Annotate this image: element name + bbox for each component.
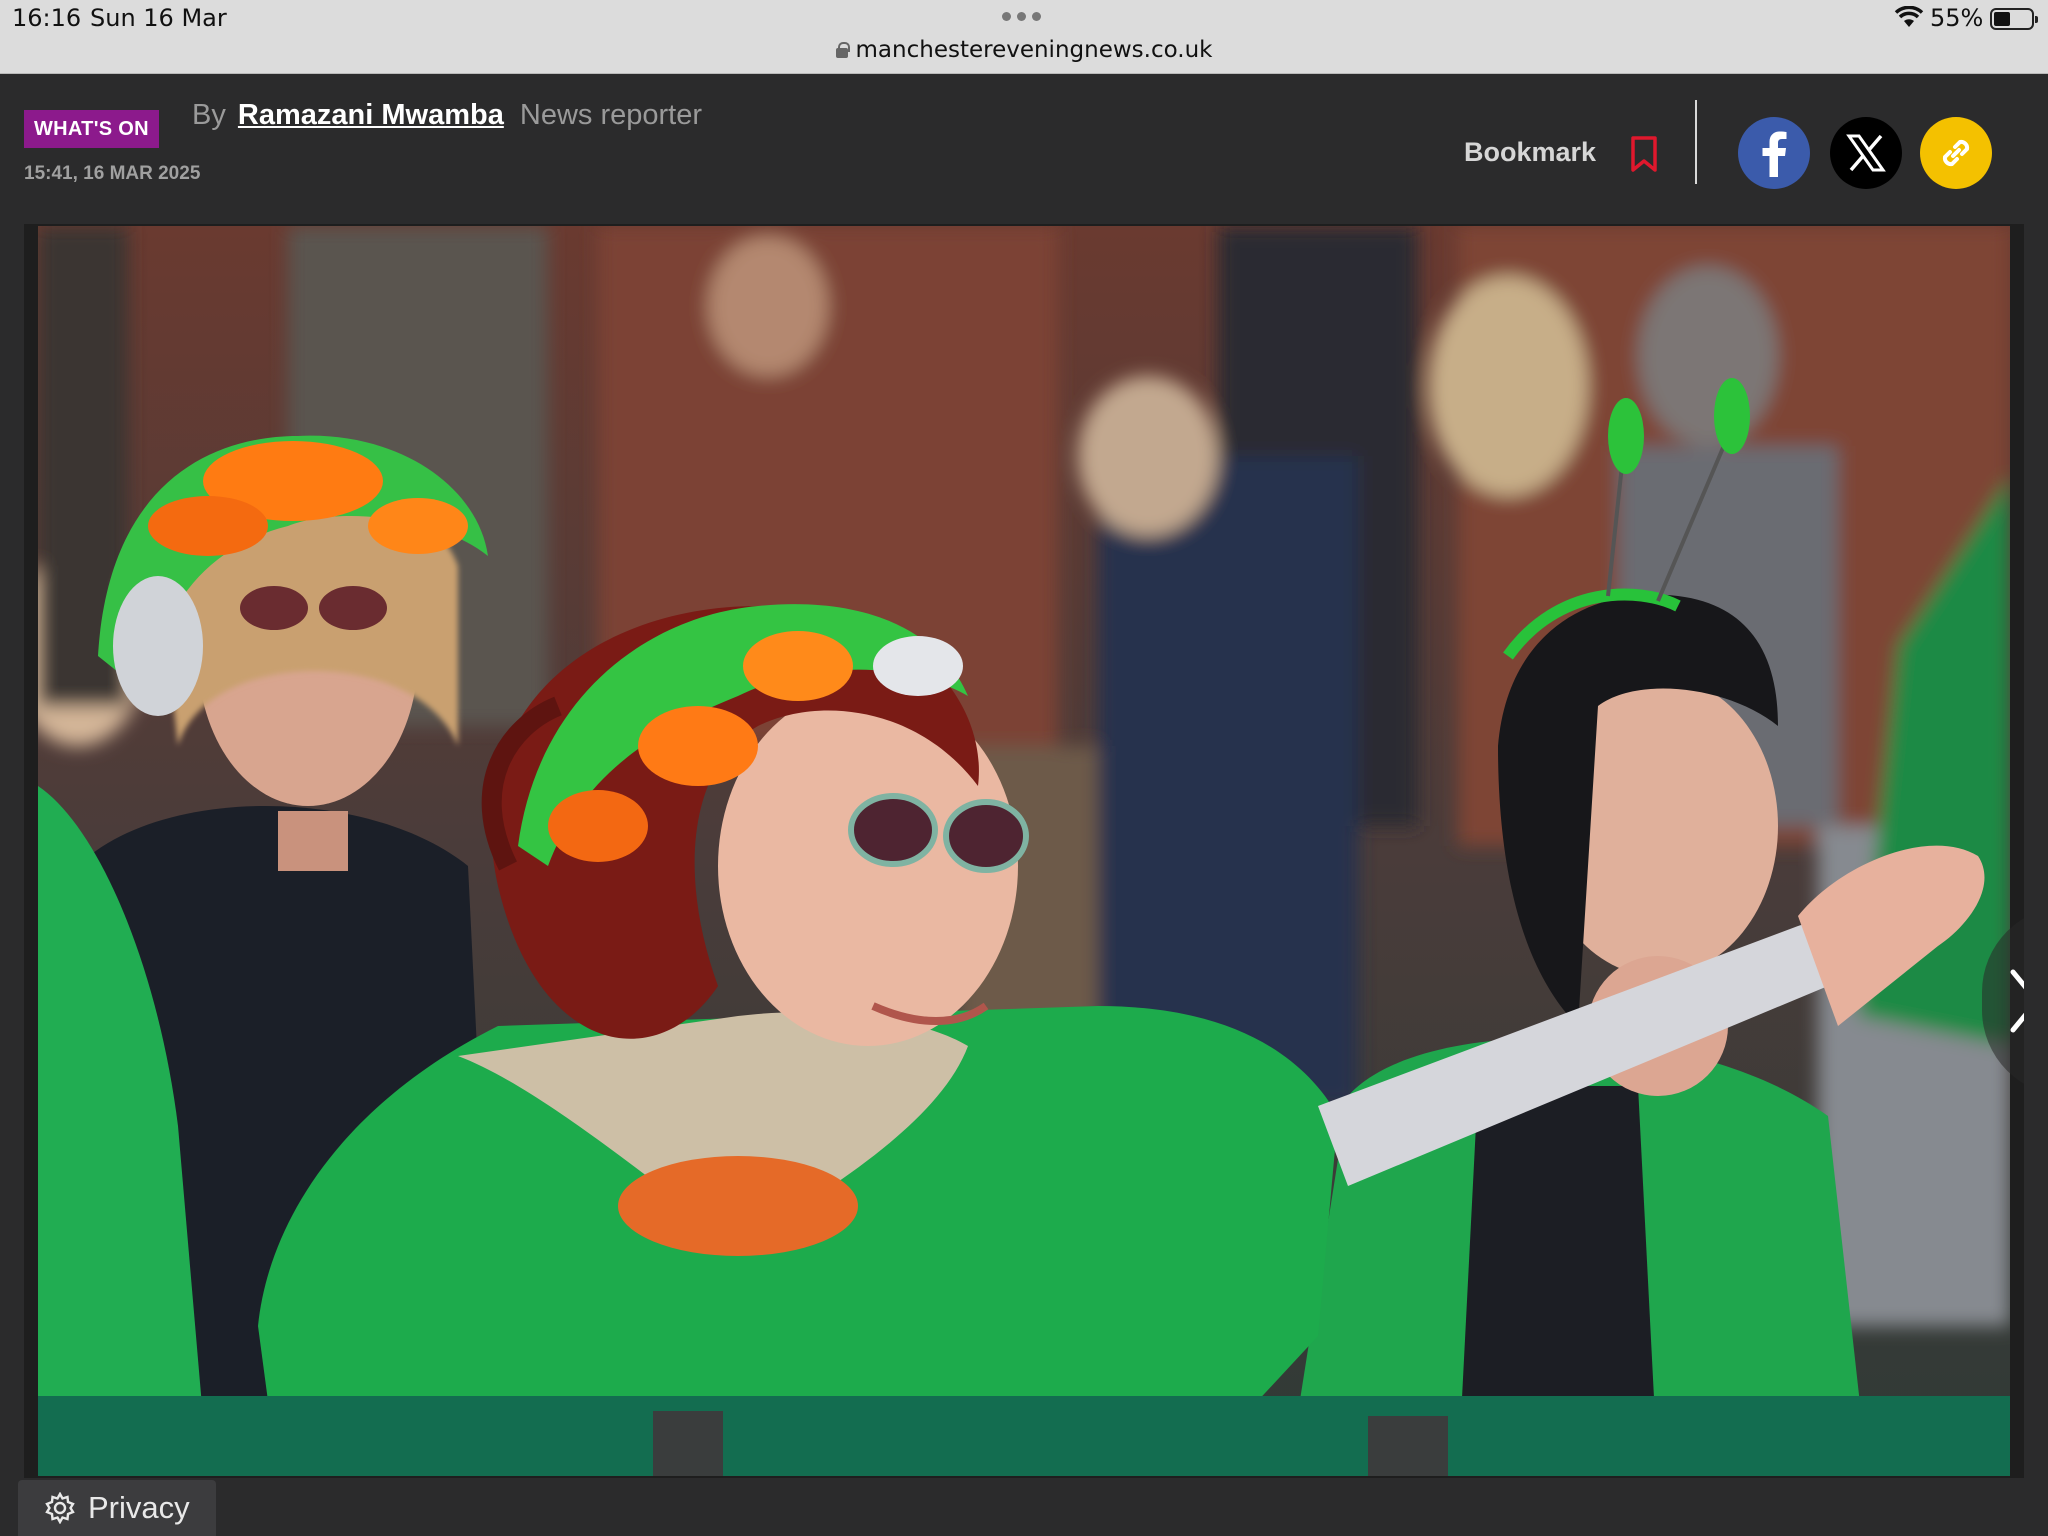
header-divider (1695, 100, 1697, 184)
facebook-share-button[interactable] (1738, 117, 1810, 189)
wifi-icon (1894, 6, 1924, 27)
privacy-label: Privacy (88, 1490, 190, 1525)
facebook-icon (1762, 131, 1787, 177)
privacy-button[interactable]: Privacy (18, 1480, 216, 1536)
bookmark-button[interactable]: Bookmark (1464, 137, 1596, 168)
url-text: manchestereveningnews.co.uk (855, 37, 1213, 63)
publish-timestamp: 15:41, 16 MAR 2025 (24, 163, 201, 184)
author-link[interactable]: Ramazani Mwamba (238, 99, 504, 131)
status-time: 16:16 (12, 4, 82, 32)
byline-prefix: By (192, 99, 226, 131)
copy-link-button[interactable] (1920, 117, 1992, 189)
category-badge[interactable]: WHAT'S ON (24, 110, 159, 148)
gear-icon (45, 1492, 75, 1524)
x-share-button[interactable] (1830, 117, 1902, 189)
article-header: WHAT'S ON By Ramazani Mwamba News report… (0, 75, 2048, 225)
status-date: Sun 16 Mar (90, 4, 227, 32)
hero-photo (38, 226, 2010, 1476)
author-role: News reporter (519, 99, 703, 131)
chevron-right-icon (2010, 969, 2024, 1033)
byline: By Ramazani Mwamba News reporter (192, 99, 702, 132)
browser-top-bar: 16:16 Sun 16 Mar manchestereveningnews.c… (0, 0, 2048, 74)
address-bar[interactable]: manchestereveningnews.co.uk (0, 37, 2048, 63)
lock-icon (835, 42, 850, 58)
battery-icon (1990, 8, 2038, 30)
more-dots-icon[interactable] (1002, 12, 1041, 21)
x-icon (1846, 134, 1886, 172)
battery-percent: 55% (1930, 4, 1984, 32)
hero-image-gallery[interactable] (24, 224, 2024, 1478)
bookmark-icon[interactable] (1628, 135, 1660, 173)
link-icon (1942, 139, 1970, 167)
